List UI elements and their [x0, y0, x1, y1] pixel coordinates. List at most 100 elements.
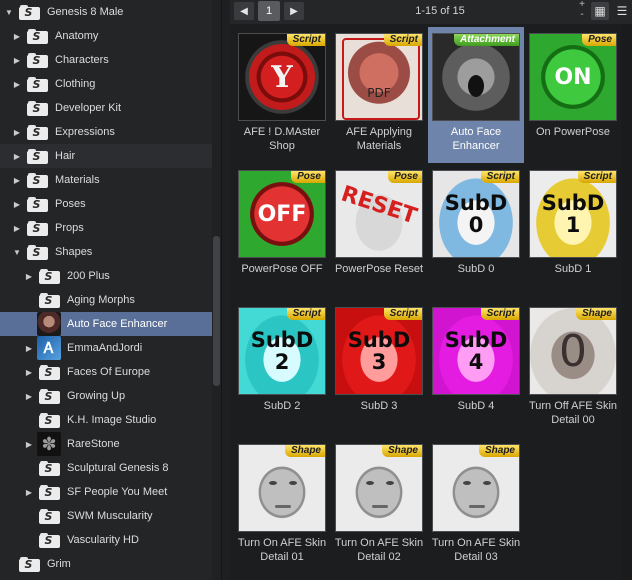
- tree-item-faces-of-europe[interactable]: ▶ Faces Of Europe: [0, 360, 212, 384]
- folder-icon: [25, 74, 49, 94]
- product-thumbnail[interactable]: Attachment: [432, 33, 520, 121]
- product-tile[interactable]: ON Pose On PowerPose: [525, 27, 621, 163]
- page-number-button[interactable]: 1: [258, 1, 280, 21]
- collapsed-arrow-icon[interactable]: ▶: [12, 200, 22, 209]
- tree-item-developer-kit[interactable]: Developer Kit: [0, 96, 212, 120]
- product-tile[interactable]: Attachment Auto Face Enhancer: [428, 27, 524, 163]
- tree-item-genesis-8-male[interactable]: ▼ Genesis 8 Male: [0, 0, 212, 24]
- tree-item-k-h-image-studio[interactable]: K.H. Image Studio: [0, 408, 212, 432]
- collapsed-arrow-icon[interactable]: ▶: [12, 32, 22, 41]
- expanded-arrow-icon[interactable]: ▼: [4, 8, 14, 17]
- product-type-badge: Shape: [575, 308, 616, 320]
- product-tile[interactable]: Shape Turn On AFE Skin Detail 02: [331, 438, 427, 574]
- tree-item-swm-muscularity[interactable]: SWM Muscularity: [0, 504, 212, 528]
- collapsed-arrow-icon[interactable]: ▶: [24, 440, 34, 449]
- folder-icon: [37, 266, 61, 286]
- tree-item-shapes[interactable]: ▼ Shapes: [0, 240, 212, 264]
- tree-item-aging-morphs[interactable]: Aging Morphs: [0, 288, 212, 312]
- product-thumbnail[interactable]: SubD 3 Script: [335, 307, 423, 395]
- tree-item-rarestone[interactable]: ▶ RareStone: [0, 432, 212, 456]
- thumbnail-artwork: ON: [530, 34, 616, 120]
- product-tile[interactable]: PDF Script AFE Applying Materials: [331, 27, 427, 163]
- tree-item-growing-up[interactable]: ▶ Growing Up: [0, 384, 212, 408]
- grid-scrollbar-track[interactable]: [622, 24, 632, 580]
- tree-item-200-plus[interactable]: ▶ 200 Plus: [0, 264, 212, 288]
- tree-item-label: Grim: [47, 558, 71, 570]
- tree-item-hair[interactable]: ▶ Hair: [0, 144, 212, 168]
- tree-item-grim[interactable]: Grim: [0, 552, 212, 576]
- next-page-button[interactable]: ▶: [284, 2, 304, 20]
- product-thumbnail[interactable]: RESET Pose: [335, 170, 423, 258]
- expanded-arrow-icon[interactable]: ▼: [12, 248, 22, 257]
- product-tile[interactable]: SubD 0 Script SubD 0: [428, 164, 524, 300]
- product-tile[interactable]: SubD 2 Script SubD 2: [234, 301, 330, 437]
- product-tile[interactable]: 0 Shape Turn Off AFE Skin Detail 00: [525, 301, 621, 437]
- product-tile[interactable]: RESET Pose PowerPose Reset: [331, 164, 427, 300]
- tree-item-materials[interactable]: ▶ Materials: [0, 168, 212, 192]
- product-thumbnail[interactable]: SubD 4 Script: [432, 307, 520, 395]
- tree-item-emmaandjordi[interactable]: ▶ EmmaAndJordi: [0, 336, 212, 360]
- product-tile[interactable]: OFF Pose PowerPose OFF: [234, 164, 330, 300]
- collapsed-arrow-icon[interactable]: ▶: [24, 344, 34, 353]
- subd-label-text: SubD: [541, 191, 605, 215]
- tree-item-characters[interactable]: ▶ Characters: [0, 48, 212, 72]
- tree-item-label: Sculptural Genesis 8: [67, 462, 169, 474]
- collapsed-arrow-icon[interactable]: ▶: [12, 152, 22, 161]
- product-thumbnail[interactable]: OFF Pose: [238, 170, 326, 258]
- subd-level-number: 3: [371, 350, 387, 374]
- tree-item-label: Hair: [55, 150, 76, 162]
- zoom-out-button[interactable]: -: [576, 10, 588, 20]
- collapsed-arrow-icon[interactable]: ▶: [12, 56, 22, 65]
- folder-icon: [17, 554, 41, 574]
- product-tile[interactable]: SubD 3 Script SubD 3: [331, 301, 427, 437]
- tree-item-label: Growing Up: [67, 390, 126, 402]
- product-tile[interactable]: Shape Turn On AFE Skin Detail 01: [234, 438, 330, 574]
- product-thumbnail[interactable]: Shape: [238, 444, 326, 532]
- product-tile[interactable]: Y Script AFE ! D.MAster Shop: [234, 27, 330, 163]
- tree-item-sf-people-you-meet[interactable]: ▶ SF People You Meet: [0, 480, 212, 504]
- product-caption: SubD 0: [457, 263, 495, 275]
- grid-view-button[interactable]: ▦: [591, 2, 609, 20]
- product-caption: AFE ! D.MAster Shop: [243, 126, 321, 152]
- collapsed-arrow-icon[interactable]: ▶: [12, 176, 22, 185]
- tree-item-expressions[interactable]: ▶ Expressions: [0, 120, 212, 144]
- collapsed-arrow-icon[interactable]: ▶: [24, 392, 34, 401]
- zoom-stepper[interactable]: + -: [576, 0, 588, 20]
- product-thumbnail[interactable]: SubD 0 Script: [432, 170, 520, 258]
- tree-scrollbar-thumb[interactable]: [213, 236, 220, 386]
- collapsed-arrow-icon[interactable]: ▶: [12, 224, 22, 233]
- folder-icon: [25, 146, 49, 166]
- collapsed-arrow-icon[interactable]: ▶: [24, 272, 34, 281]
- product-tile[interactable]: SubD 4 Script SubD 4: [428, 301, 524, 437]
- product-thumbnail[interactable]: 0 Shape: [529, 307, 617, 395]
- product-thumbnail[interactable]: PDF Script: [335, 33, 423, 121]
- product-tile[interactable]: SubD 1 Script SubD 1: [525, 164, 621, 300]
- thumbnail-artwork: Y: [239, 34, 325, 120]
- afe-logo-text: Y: [249, 44, 315, 110]
- collapsed-arrow-icon[interactable]: ▶: [12, 80, 22, 89]
- product-tile[interactable]: Shape Turn On AFE Skin Detail 03: [428, 438, 524, 574]
- tree-item-sculptural-genesis-8[interactable]: Sculptural Genesis 8: [0, 456, 212, 480]
- product-thumbnail[interactable]: Shape: [432, 444, 520, 532]
- tree-item-auto-face-enhancer[interactable]: Auto Face Enhancer: [0, 312, 212, 336]
- previous-page-button[interactable]: ◀: [234, 2, 254, 20]
- product-type-badge: Script: [383, 34, 422, 46]
- collapsed-arrow-icon[interactable]: ▶: [24, 368, 34, 377]
- product-thumbnail[interactable]: Shape: [335, 444, 423, 532]
- tree-item-props[interactable]: ▶ Props: [0, 216, 212, 240]
- folder-icon: [37, 506, 61, 526]
- product-thumbnail[interactable]: SubD 2 Script: [238, 307, 326, 395]
- subd-label-text: SubD: [444, 328, 508, 352]
- subd-label-text: SubD: [250, 328, 314, 352]
- product-thumbnail[interactable]: Y Script: [238, 33, 326, 121]
- collapsed-arrow-icon[interactable]: ▶: [12, 128, 22, 137]
- product-thumbnail[interactable]: SubD 1 Script: [529, 170, 617, 258]
- list-view-button[interactable]: ☰: [613, 2, 631, 20]
- product-thumbnail[interactable]: ON Pose: [529, 33, 617, 121]
- tree-item-clothing[interactable]: ▶ Clothing: [0, 72, 212, 96]
- collapsed-arrow-icon[interactable]: ▶: [24, 488, 34, 497]
- tree-item-poses[interactable]: ▶ Poses: [0, 192, 212, 216]
- tree-item-vascularity-hd[interactable]: Vascularity HD: [0, 528, 212, 552]
- folder-icon: [37, 362, 61, 382]
- tree-item-anatomy[interactable]: ▶ Anatomy: [0, 24, 212, 48]
